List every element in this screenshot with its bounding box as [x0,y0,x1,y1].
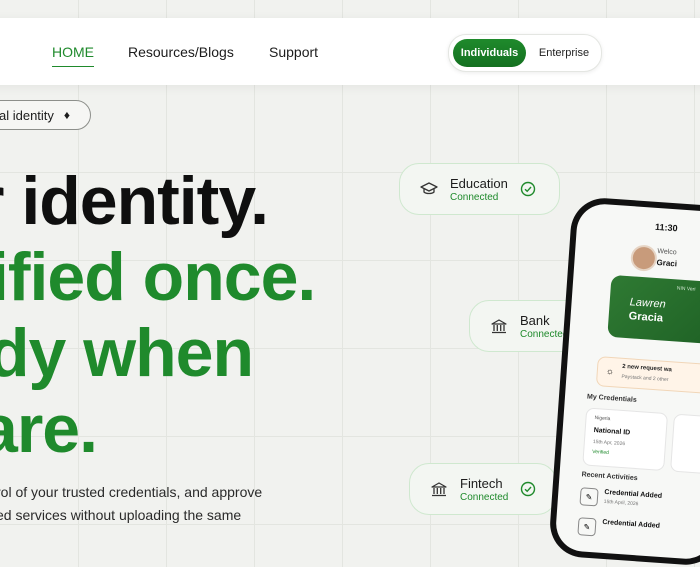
activity-item[interactable]: ✎ Credential Added 15th April, 2026 [579,485,700,519]
bank-icon [428,478,450,500]
activity-title: Credential Added [602,518,661,530]
nin-credential-card[interactable]: NIN Veri Lawren Gracia [607,274,700,348]
nav-resources-link[interactable]: Resources/Blogs [128,44,234,60]
enterprise-toggle-button[interactable]: Enterprise [531,39,597,67]
card-status: Connected [460,491,509,503]
nav-support-link[interactable]: Support [269,44,318,60]
credential-country: Nigeria [594,415,611,423]
phone-mockup: 11:30 Welco Graci NIN Veri Lawren Gracia… [547,196,700,567]
request-title: 2 new request wa [621,363,672,374]
welcome-text: Welco [657,248,677,257]
card-status: Connected [520,328,569,340]
credential-status: Verified [591,448,610,457]
hero-headline-line-3: dy when [0,315,254,391]
card-title: Education [450,175,508,191]
card-title: Fintech [460,475,503,491]
activity-title: Credential Added [604,488,663,500]
credential-card[interactable] [670,413,700,476]
education-connection-card: Education Connected [399,163,560,215]
status-bar-time: 11:30 [654,221,678,234]
credential-date: 15th Apr, 2026 [592,438,626,448]
card-status: Connected [450,191,499,203]
individuals-toggle-button[interactable]: Individuals [453,39,526,67]
phone-screen: 11:30 Welco Graci NIN Veri Lawren Gracia… [554,202,700,561]
national-id-credential-card[interactable]: Nigeria National ID 15th Apr, 2026 Verif… [582,407,669,472]
hero-headline-line-2: ified once. [0,239,316,315]
document-icon: ✎ [577,517,597,537]
nin-holder-first-name: Lawren [629,296,667,311]
top-nav: HOME Resources/Blogs Support Individuals… [0,18,700,85]
bell-icon: ☼ [605,365,615,377]
user-name: Graci [656,258,678,269]
card-title: Bank [520,312,550,328]
tagline-label: al identity [0,107,54,123]
nav-home-link[interactable]: HOME [52,44,94,67]
hero-body-line-2: ed services without uploading the same [0,507,242,523]
request-subtitle: Paystack and 2 other [621,373,669,384]
nin-holder-last-name: Gracia [628,310,664,325]
diamond-icon: ♦ [63,108,71,122]
recent-activities-heading: Recent Activities [581,471,638,483]
fintech-connection-card: Fintech Connected [409,463,557,515]
my-credentials-heading: My Credentials [586,393,637,404]
check-circle-icon [521,481,536,497]
audience-toggle: Individuals Enterprise [448,34,602,72]
graduation-cap-icon [418,178,440,200]
activity-date: 15th April, 2026 [603,498,639,508]
document-icon: ✎ [579,487,599,507]
hero-headline-line-4: are. [0,391,98,467]
tagline-pill: al identity ♦ [0,100,91,130]
bank-icon [488,315,510,337]
hero-body-line-1: rol of your trusted credentials, and app… [0,484,263,500]
activity-item[interactable]: ✎ Credential Added [577,515,700,549]
check-circle-icon [520,181,536,197]
request-notification[interactable]: ☼ 2 new request wa Paystack and 2 other [595,356,700,397]
credential-title: National ID [593,427,631,437]
hero-headline-line-1: r identity. [0,163,269,239]
avatar [629,244,658,272]
nin-label: NIN Veri [676,285,696,293]
